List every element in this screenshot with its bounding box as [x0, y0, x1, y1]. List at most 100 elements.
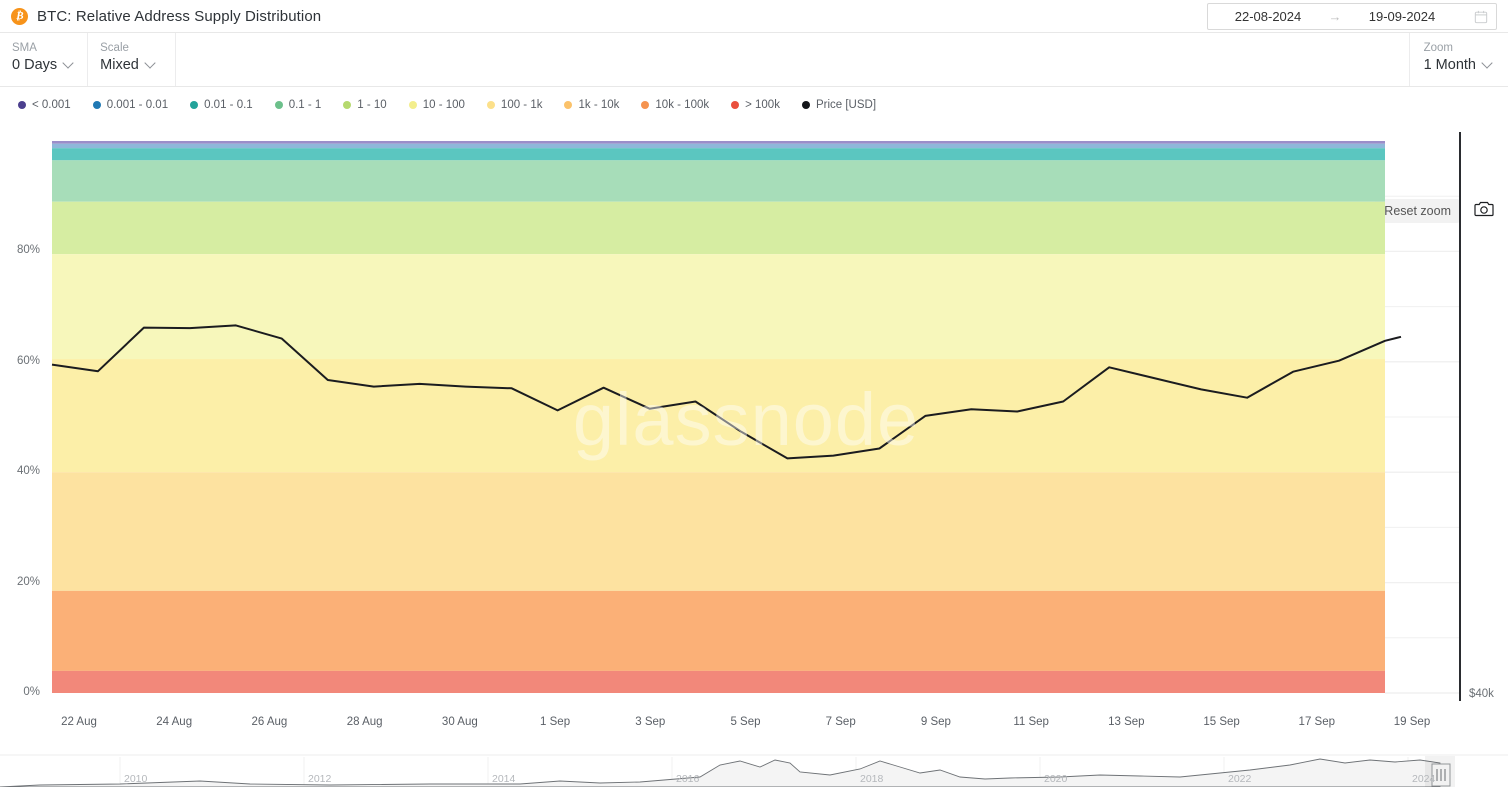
x-tick-0: 22 Aug: [61, 716, 97, 728]
navigator-year-2022: 2022: [1228, 773, 1252, 785]
bitcoin-icon: ₿: [11, 7, 28, 25]
date-from-field[interactable]: 22-08-2024: [1216, 9, 1320, 24]
navigator-year-2018: 2018: [860, 773, 884, 785]
legend-color-dot: [343, 101, 352, 109]
x-tick-9: 9 Sep: [920, 716, 951, 728]
sma-control[interactable]: SMA 0 Days: [0, 33, 89, 86]
legend-item-2[interactable]: 0.01 - 0.1: [190, 99, 253, 111]
legend-color-dot: [92, 101, 101, 109]
stacked-area-chart[interactable]: [0, 132, 1508, 740]
scale-select[interactable]: Mixed: [100, 57, 161, 73]
y-axis-right-label: $40k: [1469, 688, 1494, 700]
chevron-down-icon: [64, 59, 73, 68]
sma-value: 0 Days: [12, 57, 58, 73]
x-tick-4: 30 Aug: [441, 716, 478, 728]
legend-color-dot: [274, 101, 283, 109]
legend-color-dot: [641, 101, 650, 109]
legend-label: < 0.001: [32, 99, 71, 111]
zoom-value: 1 Month: [1423, 57, 1476, 73]
legend-item-10[interactable]: Price [USD]: [801, 99, 877, 111]
legend-label: > 100k: [745, 99, 780, 111]
x-tick-3: 28 Aug: [346, 716, 383, 728]
band-2: [52, 148, 1385, 161]
date-to-field[interactable]: 19-09-2024: [1350, 9, 1454, 24]
scale-value: Mixed: [100, 57, 139, 73]
navigator-year-2012: 2012: [308, 773, 332, 785]
legend-label: 10k - 100k: [655, 99, 710, 111]
legend-color-dot: [190, 101, 199, 109]
calendar-icon[interactable]: [1474, 10, 1488, 24]
title-group: ₿ BTC: Relative Address Supply Distribut…: [0, 7, 322, 25]
app-header: ₿ BTC: Relative Address Supply Distribut…: [0, 0, 1508, 33]
band-3: [52, 160, 1385, 202]
x-tick-7: 5 Sep: [730, 716, 761, 728]
chart-legend: < 0.001 0.001 - 0.01 0.01 - 0.1 0.1 - 1 1 - …: [18, 99, 898, 111]
scale-control[interactable]: Scale Mixed: [88, 33, 177, 86]
legend-item-6[interactable]: 100 - 1k: [486, 99, 543, 111]
date-range-arrow-icon: →: [1328, 9, 1342, 24]
legend-item-5[interactable]: 10 - 100: [408, 99, 465, 111]
legend-color-dot: [801, 101, 810, 109]
legend-item-9[interactable]: > 100k: [731, 99, 780, 111]
zoom-select[interactable]: 1 Month: [1424, 57, 1492, 73]
legend-item-0[interactable]: < 0.001: [18, 99, 71, 111]
legend-item-7[interactable]: 1k - 10k: [564, 99, 619, 111]
legend-label: 0.01 - 0.1: [204, 99, 253, 111]
band-5: [52, 254, 1385, 360]
band-9: [52, 670, 1385, 693]
y-tick-40%: 40%: [16, 465, 40, 478]
legend-item-1[interactable]: 0.001 - 0.01: [92, 99, 169, 111]
x-tick-11: 13 Sep: [1108, 716, 1145, 728]
page-title: BTC: Relative Address Supply Distributio…: [37, 7, 322, 25]
x-tick-6: 3 Sep: [635, 716, 666, 728]
legend-item-8[interactable]: 10k - 100k: [641, 99, 709, 111]
x-tick-10: 11 Sep: [1013, 716, 1049, 728]
legend-label: 1k - 10k: [578, 99, 620, 111]
band-1: [52, 143, 1385, 149]
chart-navigator[interactable]: 2010 2012 2014 2016 2018 2020 2022 2024: [0, 740, 1508, 788]
legend-label: 10 - 100: [422, 99, 465, 111]
x-tick-5: 1 Sep: [540, 716, 571, 728]
x-tick-13: 17 Sep: [1298, 716, 1335, 728]
navigator-year-2020: 2020: [1044, 773, 1068, 785]
navigator-year-2010: 2010: [124, 773, 148, 785]
x-tick-1: 24 Aug: [156, 716, 193, 728]
navigator-year-2016: 2016: [676, 773, 700, 785]
y-tick-80%: 80%: [16, 244, 40, 257]
legend-item-3[interactable]: 0.1 - 1: [274, 99, 322, 111]
legend-label: 1 - 10: [357, 99, 387, 111]
legend-item-4[interactable]: 1 - 10: [343, 99, 387, 111]
band-8: [52, 590, 1385, 671]
chevron-down-icon: [146, 59, 155, 68]
zoom-control[interactable]: Zoom 1 Month: [1410, 33, 1508, 86]
y-tick-0%: 0%: [23, 686, 40, 698]
chart-controls-bar: SMA 0 Days Scale Mixed Zoom 1 Month: [0, 33, 1508, 87]
scale-label: Scale: [100, 42, 129, 54]
chart-area[interactable]: glassnode 0% 20% 40% 60% 80% 22 Aug 24 Aug 26 …: [0, 132, 1508, 740]
x-tick-2: 26 Aug: [251, 716, 288, 728]
y-tick-20%: 20%: [16, 575, 40, 588]
legend-color-dot: [564, 101, 573, 109]
legend-label: 100 - 1k: [500, 99, 543, 111]
navigator-year-2024: 2024: [1412, 773, 1436, 785]
sma-label: SMA: [12, 42, 37, 54]
zoom-label: Zoom: [1423, 42, 1453, 54]
y-tick-60%: 60%: [16, 354, 40, 367]
band-4: [52, 201, 1385, 255]
legend-label: 0.001 - 0.01: [106, 99, 169, 111]
legend-label: Price [USD]: [815, 99, 877, 111]
legend-color-dot: [408, 101, 417, 109]
sma-select[interactable]: 0 Days: [12, 57, 73, 73]
date-range-picker[interactable]: 22-08-2024 → 19-09-2024: [1207, 3, 1497, 30]
legend-color-dot: [18, 101, 26, 109]
navigator-series[interactable]: [0, 740, 1508, 788]
legend-label: 0.1 - 1: [288, 99, 322, 111]
navigator-year-2014: 2014: [492, 773, 516, 785]
legend-color-dot: [731, 101, 740, 109]
chevron-down-icon: [1483, 59, 1492, 68]
legend-bar: < 0.001 0.001 - 0.01 0.01 - 0.1 0.1 - 1 1 - …: [0, 87, 1508, 223]
legend-color-dot: [486, 101, 495, 109]
x-tick-12: 15 Sep: [1203, 716, 1240, 728]
band-0: [52, 141, 1385, 144]
band-7: [52, 472, 1385, 591]
